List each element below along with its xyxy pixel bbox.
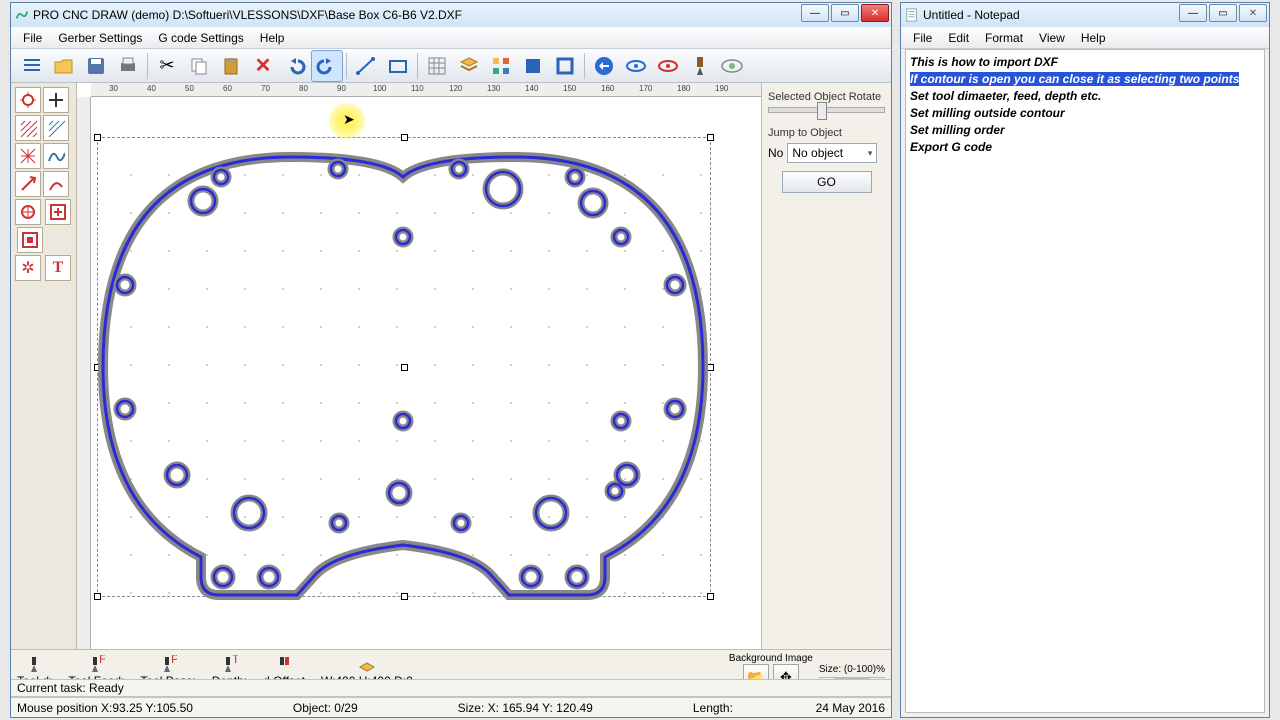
outline-button[interactable] [550,51,580,81]
open-button[interactable] [49,51,79,81]
notepad-window: Untitled - Notepad — ▭ ✕ File Edit Forma… [900,2,1270,718]
notepad-textarea[interactable]: This is how to import DXF If contour is … [905,49,1265,713]
eye2-button[interactable] [653,51,683,81]
select-tool[interactable] [15,87,41,113]
vector-tool[interactable] [15,171,41,197]
line-tool-button[interactable] [351,51,381,81]
menu-gcode-settings[interactable]: G code Settings [150,29,251,47]
text-tool[interactable]: T [45,255,71,281]
depth-icon: T [220,655,238,673]
size-readout: Size: X: 165.94 Y: 120.49 [458,701,593,715]
wh-icon [358,655,376,673]
np-line-2-selected: If contour is open you can close it as s… [910,72,1239,86]
app-icon [15,8,29,22]
box-add-tool[interactable] [45,199,71,225]
go-button[interactable]: GO [782,171,872,193]
canvas-area: 3040506070809010011012013014015016017018… [77,83,761,671]
np-line-1: This is how to import DXF [910,54,1260,71]
main-titlebar[interactable]: PRO CNC DRAW (demo) D:\Softueri\VLESSONS… [11,3,891,27]
notepad-icon [905,8,919,22]
svg-text:T: T [232,655,238,666]
cut-button[interactable]: ✂ [152,51,182,81]
np-menu-edit[interactable]: Edit [940,29,977,47]
explode-button[interactable] [486,51,516,81]
object-count: Object: 0/29 [293,701,358,715]
np-line-6: Export G code [910,139,1260,156]
main-window: PRO CNC DRAW (demo) D:\Softueri\VLESSONS… [10,2,892,718]
mouse-position: Mouse position X:93.25 Y:105.50 [17,701,193,715]
save-button[interactable] [81,51,111,81]
tool-pass-icon: P [159,655,177,673]
current-task: Current task: Ready [17,681,124,695]
menu-file[interactable]: File [15,29,50,47]
menu-gerber-settings[interactable]: Gerber Settings [50,29,150,47]
layers-button[interactable] [454,51,484,81]
hatch-tool[interactable] [15,115,41,141]
main-menubar: File Gerber Settings G code Settings Hel… [11,27,891,49]
main-title-text: PRO CNC DRAW (demo) D:\Softueri\VLESSONS… [33,8,887,22]
drill-button[interactable] [685,51,715,81]
minimize-button[interactable]: — [801,4,829,22]
tool-d-icon [26,655,44,673]
paste-button[interactable] [216,51,246,81]
gear-tool[interactable]: ✲ [15,255,41,281]
notepad-menubar: File Edit Format View Help [901,27,1269,49]
print-button[interactable] [113,51,143,81]
fill-button[interactable] [518,51,548,81]
date-readout: 24 May 2016 [816,701,885,715]
length-readout: Length: [693,701,733,715]
main-toolbar: ✂ ✕ [11,49,891,83]
jump-label: Jump to Object [768,127,885,139]
cnc-contour [91,97,731,607]
crosshair-tool[interactable] [43,87,69,113]
svg-text:F: F [99,655,105,666]
vertical-toolbar: ✲ T [11,83,77,671]
ruler-horizontal: 3040506070809010011012013014015016017018… [91,83,761,97]
np-menu-help[interactable]: Help [1073,29,1114,47]
cursor-icon: ➤ [343,111,355,128]
np-menu-file[interactable]: File [905,29,940,47]
status-task-bar: Current task: Ready [11,679,891,697]
grid-button[interactable] [422,51,452,81]
undo-button[interactable] [280,51,310,81]
np-menu-view[interactable]: View [1031,29,1073,47]
drawing-canvas[interactable]: ➤ [91,97,761,671]
circle-target-tool[interactable] [15,199,41,225]
object-select[interactable]: No object [787,143,877,163]
np-maximize-button[interactable]: ▭ [1209,4,1237,22]
np-line-4: Set milling outside contour [910,105,1260,122]
np-close-button[interactable]: ✕ [1239,4,1267,22]
svg-text:P: P [171,655,177,666]
bg-image-label: Background Image [729,653,813,664]
menu-help[interactable]: Help [252,29,293,47]
curve-tool[interactable] [43,143,69,169]
pattern-tool[interactable] [43,115,69,141]
delete-button[interactable]: ✕ [248,51,278,81]
eye1-button[interactable] [621,51,651,81]
no-label: No [768,146,783,160]
np-line-5: Set milling order [910,122,1260,139]
mesh-tool[interactable] [15,143,41,169]
tool-feed-icon: F [87,655,105,673]
size-label: Size: (0-100)% [819,664,885,675]
np-minimize-button[interactable]: — [1179,4,1207,22]
right-panel: Selected Object Rotate Jump to Object No… [761,83,891,671]
rotate-slider[interactable] [768,107,885,113]
redo-button[interactable] [312,51,342,81]
copy-button[interactable] [184,51,214,81]
np-menu-format[interactable]: Format [977,29,1031,47]
view-eye-button[interactable] [717,51,747,81]
close-button[interactable]: ✕ [861,4,889,22]
notepad-titlebar[interactable]: Untitled - Notepad — ▭ ✕ [901,3,1269,27]
list-button[interactable] [17,51,47,81]
direction-button[interactable] [589,51,619,81]
status-bar: Mouse position X:93.25 Y:105.50 Object: … [11,697,891,717]
curve-red-tool[interactable] [43,171,69,197]
maximize-button[interactable]: ▭ [831,4,859,22]
box-tool[interactable] [17,227,43,253]
rect-tool-button[interactable] [383,51,413,81]
np-line-3: Set tool dimaeter, feed, depth etc. [910,88,1260,105]
ruler-vertical [77,97,91,671]
offset-icon [275,655,293,673]
